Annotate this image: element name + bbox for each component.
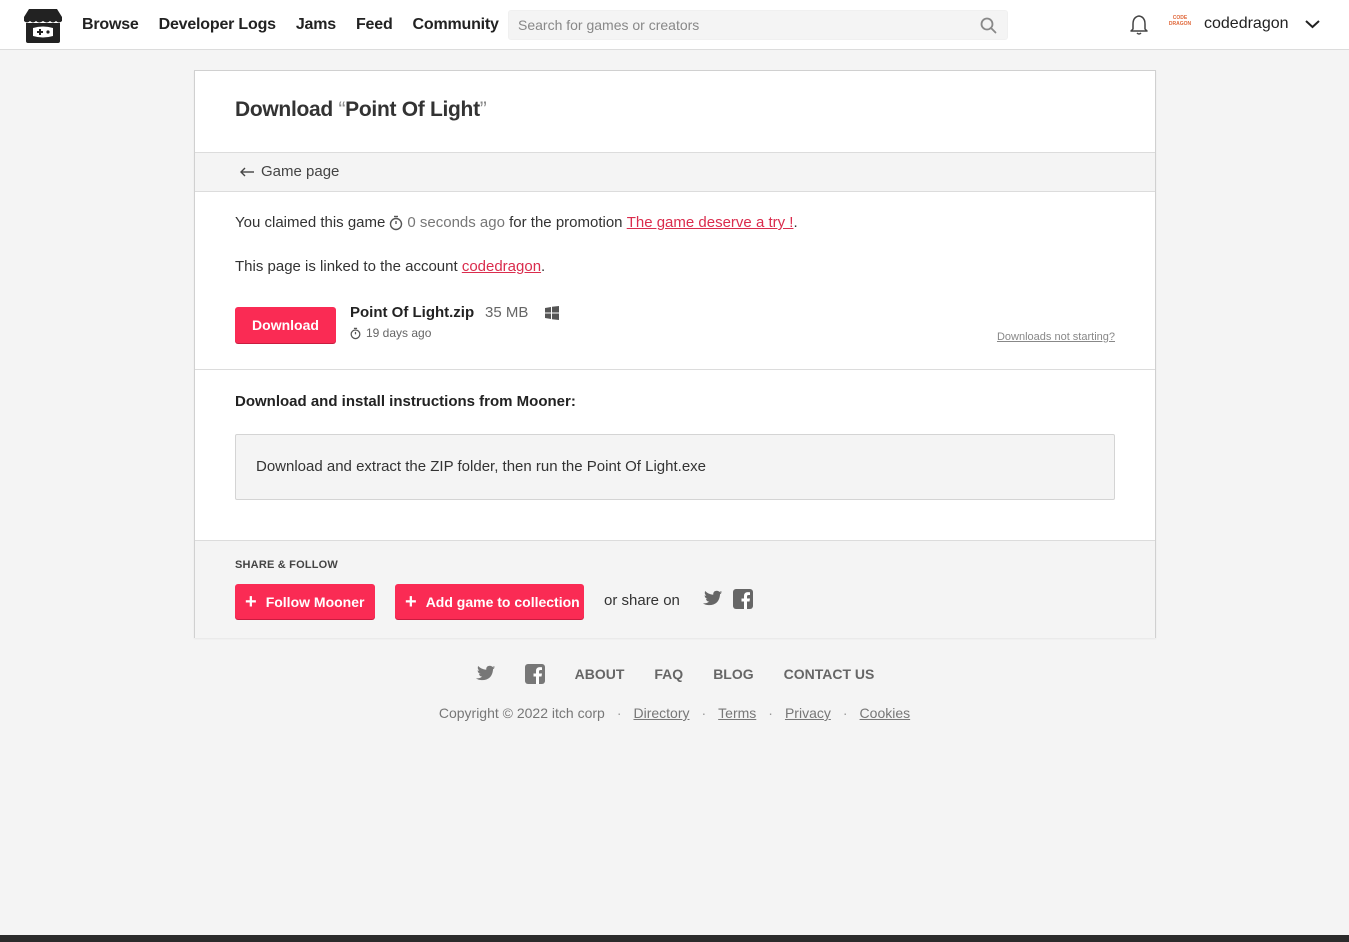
download-card: Download “Point Of Light” Game page You …	[194, 70, 1156, 638]
follow-button[interactable]: + Follow Mooner	[235, 584, 375, 619]
stopwatch-icon	[390, 215, 403, 230]
main-navigation: Browse Developer Logs Jams Feed Communit…	[82, 0, 519, 50]
search-box	[508, 10, 1008, 40]
downloads-not-starting-link[interactable]: Downloads not starting?	[997, 331, 1115, 343]
instructions-title: Download and install instructions from M…	[235, 393, 576, 410]
search-input[interactable]	[509, 11, 949, 39]
file-upload-date: 19 days ago	[350, 326, 431, 340]
facebook-icon[interactable]	[524, 664, 545, 684]
promotion-link[interactable]: The game deserve a try !	[627, 214, 794, 231]
twitter-icon[interactable]	[702, 590, 723, 608]
claim-prefix: You claimed this game	[235, 214, 386, 231]
nav-jams[interactable]: Jams	[296, 16, 336, 34]
share-follow-label: SHARE & FOLLOW	[235, 559, 339, 571]
linked-account-message: This page is linked to the account coded…	[235, 258, 545, 275]
follow-button-label: Follow Mooner	[265, 593, 365, 610]
file-age: 19 days ago	[366, 326, 432, 340]
windows-icon	[545, 306, 559, 320]
game-name: Point Of Light	[345, 98, 480, 121]
nav-community[interactable]: Community	[413, 16, 499, 34]
collection-button-label: Add game to collection	[425, 593, 580, 610]
search-icon[interactable]	[980, 17, 997, 34]
plus-icon: +	[245, 590, 257, 613]
add-to-collection-button[interactable]: + Add game to collection	[395, 584, 584, 619]
title-prefix: Download	[235, 98, 339, 121]
nav-browse[interactable]: Browse	[82, 16, 139, 34]
claim-end: .	[793, 214, 798, 231]
twitter-icon[interactable]	[475, 665, 496, 683]
plus-icon: +	[405, 590, 417, 613]
download-button[interactable]: Download	[235, 307, 336, 343]
footer-link-about[interactable]: ABOUT	[575, 666, 625, 682]
linked-end: .	[541, 258, 546, 275]
footer-link-cookies[interactable]: Cookies	[860, 705, 911, 721]
chevron-down-icon[interactable]	[1304, 17, 1321, 31]
claim-message: You claimed this game 0 seconds ago for …	[235, 214, 798, 231]
title-quote-close: ”	[479, 98, 487, 121]
user-avatar[interactable]: CODE DRAGON	[1168, 15, 1192, 33]
separator-dot: ·	[701, 705, 707, 721]
footer-link-blog[interactable]: BLOG	[713, 666, 753, 682]
share-on-label: or share on	[604, 592, 680, 609]
separator-dot: ·	[616, 705, 622, 721]
page-title: Download “Point Of Light”	[235, 98, 487, 122]
file-size: 35 MB	[485, 304, 529, 321]
nav-feed[interactable]: Feed	[356, 16, 393, 34]
footer-link-privacy[interactable]: Privacy	[785, 705, 831, 721]
linked-prefix: This page is linked to the account	[235, 258, 462, 275]
section-divider	[195, 369, 1155, 370]
footer-link-contact[interactable]: CONTACT US	[784, 666, 875, 682]
share-follow-section: SHARE & FOLLOW + Follow Mooner + Add gam…	[195, 540, 1155, 638]
copyright-line: Copyright © 2022 itch corp · Directory · Ter…	[0, 705, 1349, 721]
username-label[interactable]: codedragon	[1204, 15, 1289, 33]
bottom-edge-bar	[0, 935, 1349, 942]
claim-time: 0 seconds ago	[407, 214, 505, 231]
footer-link-terms[interactable]: Terms	[718, 705, 756, 721]
facebook-icon[interactable]	[733, 589, 753, 609]
game-page-label: Game page	[261, 163, 340, 180]
card-nav-strip: Game page	[195, 152, 1155, 192]
instructions-text: Download and extract the ZIP folder, the…	[256, 458, 706, 475]
separator-dot: ·	[842, 705, 848, 721]
claim-middle: for the promotion	[509, 214, 623, 231]
footer-link-faq[interactable]: FAQ	[654, 666, 683, 682]
separator-dot: ·	[768, 705, 773, 721]
game-page-link[interactable]: Game page	[239, 163, 339, 180]
footer-link-directory[interactable]: Directory	[633, 705, 689, 721]
stopwatch-icon	[350, 327, 361, 339]
itch-logo-icon[interactable]	[23, 8, 63, 44]
footer-links: ABOUT FAQ BLOG CONTACT US	[0, 662, 1349, 686]
notifications-bell-icon[interactable]	[1129, 14, 1149, 36]
copyright-text: Copyright © 2022 itch corp	[438, 705, 605, 721]
arrow-left-icon	[240, 167, 254, 176]
linked-account-link[interactable]: codedragon	[462, 258, 541, 275]
file-name: Point Of Light.zip	[350, 304, 475, 321]
top-navigation-bar: Browse Developer Logs Jams Feed Communit…	[0, 0, 1349, 50]
nav-developer-logs[interactable]: Developer Logs	[159, 16, 276, 34]
instructions-box: Download and extract the ZIP folder, the…	[235, 434, 1115, 500]
